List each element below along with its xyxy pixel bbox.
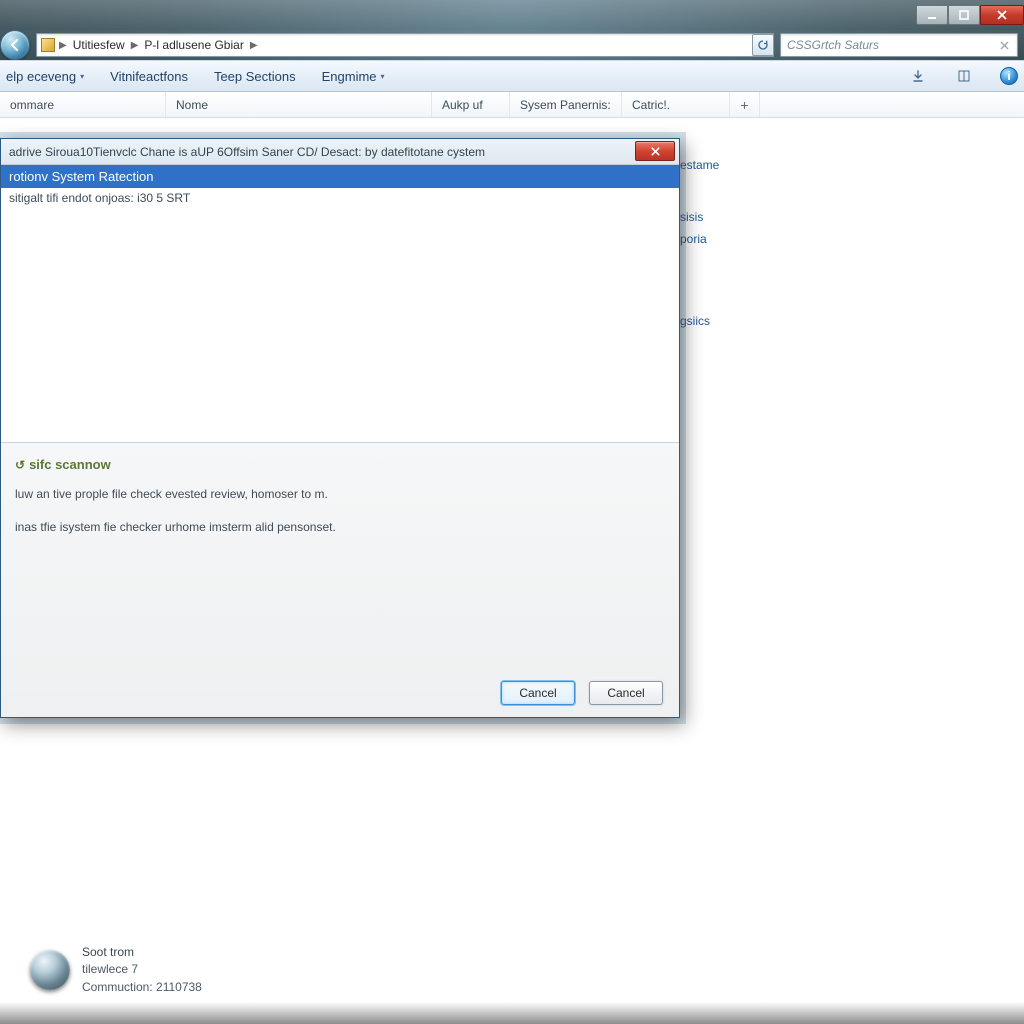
info-icon: i bbox=[1007, 69, 1010, 83]
system-info-text: Soot trom tilewlece 7 Commuction: 211073… bbox=[82, 944, 202, 996]
list-item[interactable]: sisis bbox=[680, 206, 1024, 228]
dialog-description: inas tfie isystem fie checker urhome ims… bbox=[15, 519, 665, 536]
toolbar-item-label: Engmime bbox=[322, 69, 377, 84]
maximize-icon bbox=[958, 9, 970, 21]
system-info-line: tilewlece 7 bbox=[82, 961, 202, 978]
maximize-button[interactable] bbox=[948, 5, 980, 25]
toolbar-item-help[interactable]: elp eceveng ▾ bbox=[6, 69, 84, 84]
command-toolbar: elp eceveng ▾ Vitnifeactfons Teep Sectio… bbox=[0, 60, 1024, 92]
cancel-button[interactable]: Cancel bbox=[589, 681, 663, 705]
dialog-section-header: rotionv System Ratection bbox=[1, 165, 679, 188]
toolbar-item-notifications[interactable]: Vitnifeactfons bbox=[110, 69, 188, 84]
folder-favicon-icon bbox=[41, 38, 55, 52]
window-titlebar bbox=[0, 0, 1024, 30]
dialog-titlebar[interactable]: adrive Siroua10Tienvclc Chane is aUP 6Of… bbox=[1, 139, 679, 165]
toolbar-item-label: Vitnifeactfons bbox=[110, 69, 188, 84]
back-button[interactable] bbox=[0, 30, 30, 60]
chevron-right-icon: ▶ bbox=[129, 40, 141, 51]
system-info-line: Soot trom bbox=[82, 944, 202, 961]
refresh-button[interactable] bbox=[752, 34, 774, 56]
cancel-button-primary[interactable]: Cancel bbox=[501, 681, 575, 705]
chevron-right-icon: ▶ bbox=[248, 40, 260, 51]
column-header[interactable]: Aukp uf bbox=[432, 92, 510, 117]
search-placeholder: CSSGrtch Saturs bbox=[787, 38, 879, 52]
dialog-section-title: rotionv System Ratection bbox=[9, 169, 154, 184]
column-header[interactable]: ommare bbox=[0, 92, 166, 117]
toolbar-item-label: Teep Sections bbox=[214, 69, 296, 84]
download-icon bbox=[911, 69, 925, 83]
dialog-content-area bbox=[1, 213, 679, 443]
dialog-status-line: sitigalt tifi endot onjoas: i30 5 SRT bbox=[1, 188, 679, 213]
list-item[interactable]: estame bbox=[680, 154, 1024, 176]
dialog-description: luw an tive prople file check evested re… bbox=[15, 486, 665, 503]
bottom-shadow bbox=[0, 1002, 1024, 1024]
dialog-lower-panel: ↺ sifc scannow luw an tive prople file c… bbox=[1, 443, 679, 717]
minimize-icon bbox=[926, 9, 938, 21]
clear-search-icon[interactable] bbox=[998, 39, 1011, 52]
add-column-button[interactable]: + bbox=[730, 92, 760, 117]
system-orb-icon bbox=[30, 950, 70, 990]
sfc-command-label: ↺ sifc scannow bbox=[15, 457, 665, 472]
view-options-button[interactable] bbox=[908, 66, 928, 86]
breadcrumb-segment[interactable]: P-l adlusene Gbiar bbox=[142, 38, 245, 52]
dialog-button-row: Cancel Cancel bbox=[15, 675, 665, 707]
breadcrumb-segment[interactable]: Utitiesfew bbox=[71, 38, 127, 52]
toolbar-item-label: elp eceveng bbox=[6, 69, 76, 84]
chevron-down-icon: ▾ bbox=[80, 72, 84, 81]
list-item[interactable]: gsiics bbox=[680, 310, 1024, 332]
chevron-right-icon: ▶ bbox=[57, 40, 69, 51]
column-header[interactable]: Nome bbox=[166, 92, 432, 117]
address-row: ▶ Utitiesfew ▶ P-l adlusene Gbiar ▶ ▾ CS… bbox=[0, 30, 1024, 60]
system-protection-dialog: adrive Siroua10Tienvclc Chane is aUP 6Of… bbox=[0, 138, 680, 718]
minimize-button[interactable] bbox=[916, 5, 948, 25]
preview-pane-button[interactable] bbox=[954, 66, 974, 86]
help-button[interactable]: i bbox=[1000, 67, 1018, 85]
address-aux-buttons bbox=[752, 33, 774, 57]
refresh-icon bbox=[757, 39, 769, 51]
dialog-title: adrive Siroua10Tienvclc Chane is aUP 6Of… bbox=[9, 145, 485, 159]
column-header[interactable]: Sysem Panernis: bbox=[510, 92, 622, 117]
back-arrow-icon bbox=[8, 38, 22, 52]
toolbar-item-sections[interactable]: Teep Sections bbox=[214, 69, 296, 84]
dialog-close-button[interactable] bbox=[635, 141, 675, 161]
column-header[interactable]: Catric!. bbox=[622, 92, 730, 117]
system-info-panel: Soot trom tilewlece 7 Commuction: 211073… bbox=[30, 944, 202, 996]
column-headers: ommare Nome Aukp uf Sysem Panernis: Catr… bbox=[0, 92, 1024, 118]
breadcrumb-bar[interactable]: ▶ Utitiesfew ▶ P-l adlusene Gbiar ▶ ▾ bbox=[36, 33, 774, 57]
close-icon bbox=[650, 146, 661, 157]
refresh-small-icon: ↺ bbox=[15, 458, 25, 472]
list-item[interactable]: poria bbox=[680, 228, 1024, 250]
columns-icon bbox=[957, 69, 971, 83]
close-icon bbox=[996, 9, 1008, 21]
close-button[interactable] bbox=[980, 5, 1024, 25]
chevron-down-icon: ▾ bbox=[381, 72, 385, 81]
system-info-line: Commuction: 2110738 bbox=[82, 979, 202, 996]
search-input[interactable]: CSSGrtch Saturs bbox=[780, 33, 1018, 57]
toolbar-item-engine[interactable]: Engmime ▾ bbox=[322, 69, 385, 84]
